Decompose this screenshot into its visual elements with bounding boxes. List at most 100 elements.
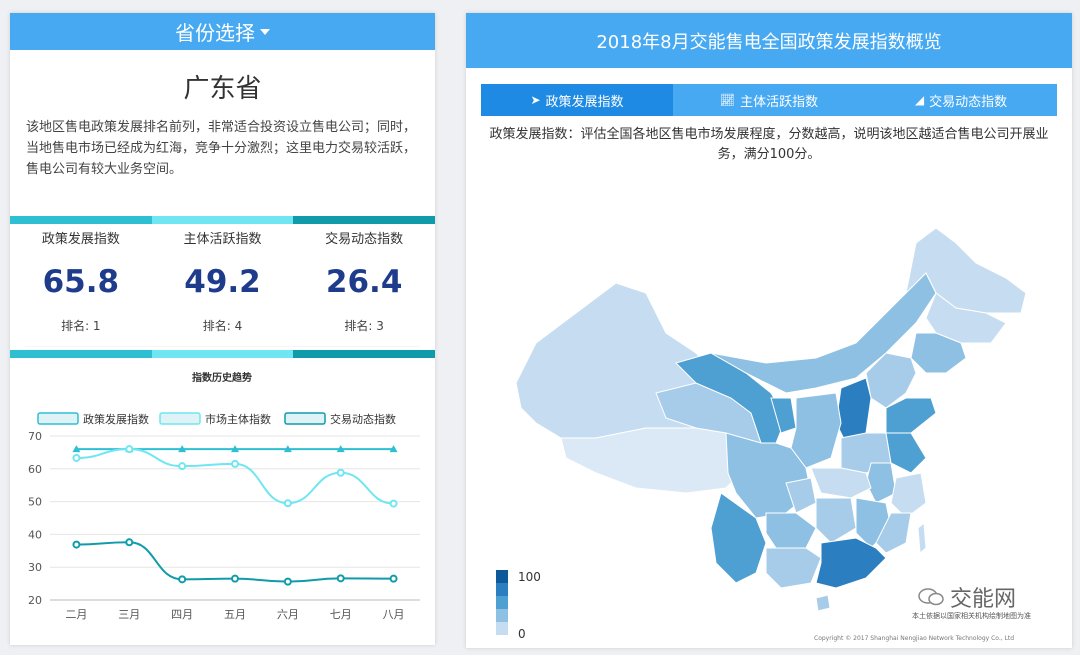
index-summary: 政策发展指数 65.8 排名: 1 主体活跃指数 49.2 排名: 4 交易动态… (10, 216, 436, 358)
province-select-dropdown[interactable]: 省份选择 (10, 13, 435, 50)
index-entity: 主体活跃指数 49.2 排名: 4 (152, 224, 294, 334)
y-tick-label: 60 (28, 463, 42, 476)
legend-swatch (37, 412, 79, 425)
legend-color-scale (496, 570, 508, 635)
province-title: 广东省 (183, 74, 262, 104)
china-choropleth-map (515, 227, 1027, 612)
y-tick-label: 20 (28, 594, 42, 607)
region-guangxi[interactable] (765, 547, 822, 589)
tab-description: 政策发展指数：评估全国各地区售电市场发展程度，分数越高，说明该地区越适合售电公司… (489, 127, 1049, 162)
region-anhui[interactable] (865, 462, 897, 504)
data-point (178, 462, 187, 471)
watermark-text: 交能网 (950, 587, 1017, 612)
line-chart-icon: 📈︎ (719, 93, 736, 107)
index-trade: 交易动态指数 26.4 排名: 3 (293, 224, 435, 334)
region-hainan[interactable] (815, 594, 831, 612)
x-tick-label: 三月 (118, 608, 140, 621)
tab-trade-index[interactable]: ◢ 交易动态指数 (865, 84, 1057, 116)
left-panel: 省份选择 广东省 该地区售电政策发展排名前列，非常适合投资设立售电公司；同时，当… (10, 13, 436, 645)
paper-plane-icon: ➤ (530, 93, 541, 107)
x-tick-label: 六月 (277, 608, 299, 621)
data-point (125, 538, 134, 547)
legend-swatch (496, 583, 508, 596)
data-point (231, 459, 239, 468)
region-hunan[interactable] (815, 497, 857, 544)
index-value: 49.2 (184, 264, 261, 300)
y-tick-label: 40 (28, 528, 42, 541)
region-zhejiang[interactable] (890, 472, 927, 519)
data-point (336, 574, 345, 583)
page-title: 2018年8月交能售电全国政策发展指数概览 (466, 13, 1072, 68)
x-tick-label: 四月 (171, 608, 193, 621)
y-tick-label: 70 (28, 430, 42, 443)
x-tick-label: 八月 (383, 608, 405, 621)
tab-entity-index[interactable]: 📈︎ 主体活跃指数 (673, 84, 865, 116)
series-line (76, 448, 394, 505)
x-tick-label: 二月 (65, 608, 87, 621)
data-point (72, 540, 81, 549)
index-policy: 政策发展指数 65.8 排名: 1 (10, 224, 152, 334)
tab-policy-index[interactable]: ➤ 政策发展指数 (481, 84, 673, 116)
y-tick-label: 50 (28, 496, 42, 509)
legend-label: 政策发展指数 (83, 412, 149, 426)
chart-legend: 政策发展指数 市场主体指数 交易动态指数 (37, 412, 396, 426)
trend-chart-svg: 指数历史趋势 政策发展指数 市场主体指数 交易动态指数 20 30 40 50 60 70 二月… (25, 345, 420, 621)
legend-swatch (496, 596, 508, 609)
province-select-label: 省份选择 (175, 21, 255, 45)
copyright: Copyright © 2017 Shanghai Nengjiao Netwo… (814, 635, 1015, 642)
chart-series (72, 445, 398, 586)
data-point (283, 577, 292, 586)
y-tick-label: 30 (28, 561, 42, 574)
data-point (389, 499, 398, 508)
wechat-icon (918, 588, 944, 606)
data-point (125, 445, 134, 454)
legend-swatch (496, 622, 508, 635)
index-value: 65.8 (42, 264, 120, 300)
region-guangdong[interactable] (815, 537, 887, 589)
region-tibet[interactable] (560, 427, 742, 494)
index-rank: 排名: 4 (202, 319, 243, 333)
region-taiwan[interactable] (917, 521, 927, 555)
data-point (336, 468, 345, 477)
province-description: 该地区售电政策发展排名前列，非常适合投资设立售电公司；同时，当地售电市场已经成为… (26, 120, 417, 177)
map-note: 本土依据以国家相关机构绘制地图为准 (912, 612, 1031, 620)
index-color-bar-top (10, 216, 436, 224)
region-hubei[interactable] (810, 467, 872, 499)
tab-label: 交易动态指数 (929, 94, 1008, 110)
index-rank: 排名: 3 (344, 319, 384, 333)
legend-swatch (496, 609, 508, 622)
tab-label: 政策发展指数 (545, 94, 624, 110)
legend-swatch (159, 412, 201, 425)
history-trend-chart: 指数历史趋势 政策发展指数 市场主体指数 交易动态指数 20 30 40 50 60 70 二月… (10, 345, 435, 641)
legend-max-label: 100 (518, 570, 541, 584)
x-tick-label: 七月 (330, 608, 352, 621)
legend-label: 市场主体指数 (205, 412, 271, 426)
legend-swatch (496, 570, 508, 583)
caret-down-icon (260, 28, 270, 35)
index-value: 26.4 (325, 264, 403, 300)
region-guizhou[interactable] (765, 512, 817, 549)
index-label: 交易动态指数 (325, 232, 404, 247)
region-shaanxi[interactable] (790, 392, 842, 469)
legend-swatch (284, 412, 326, 425)
legend-min-label: 0 (518, 627, 526, 641)
map-legend: 100 0 (496, 570, 541, 641)
index-tabs: ➤ 政策发展指数 📈︎ 主体活跃指数 ◢ 交易动态指数 (481, 84, 1057, 116)
region-shandong[interactable] (885, 397, 937, 434)
data-point (72, 453, 81, 462)
watermark-logo: 交能网 (918, 581, 1016, 613)
area-chart-icon: ◢ (914, 93, 925, 107)
chart-title: 指数历史趋势 (192, 371, 252, 384)
data-point (231, 574, 239, 583)
data-point (283, 499, 292, 508)
legend-label: 交易动态指数 (330, 412, 396, 426)
index-label: 政策发展指数 (41, 232, 120, 247)
index-label: 主体活跃指数 (183, 232, 262, 247)
index-rank: 排名: 1 (61, 319, 101, 333)
right-panel: 2018年8月交能售电全国政策发展指数概览 ➤ 政策发展指数 📈︎ 主体活跃指数… (466, 13, 1072, 648)
chart-grid: 20 30 40 50 60 70 二月 三月 四月 五月 六月 七月 八月 (28, 430, 420, 621)
data-point (389, 574, 398, 583)
tab-label: 主体活跃指数 (740, 94, 819, 110)
x-tick-label: 五月 (224, 608, 246, 621)
data-point (178, 575, 187, 584)
